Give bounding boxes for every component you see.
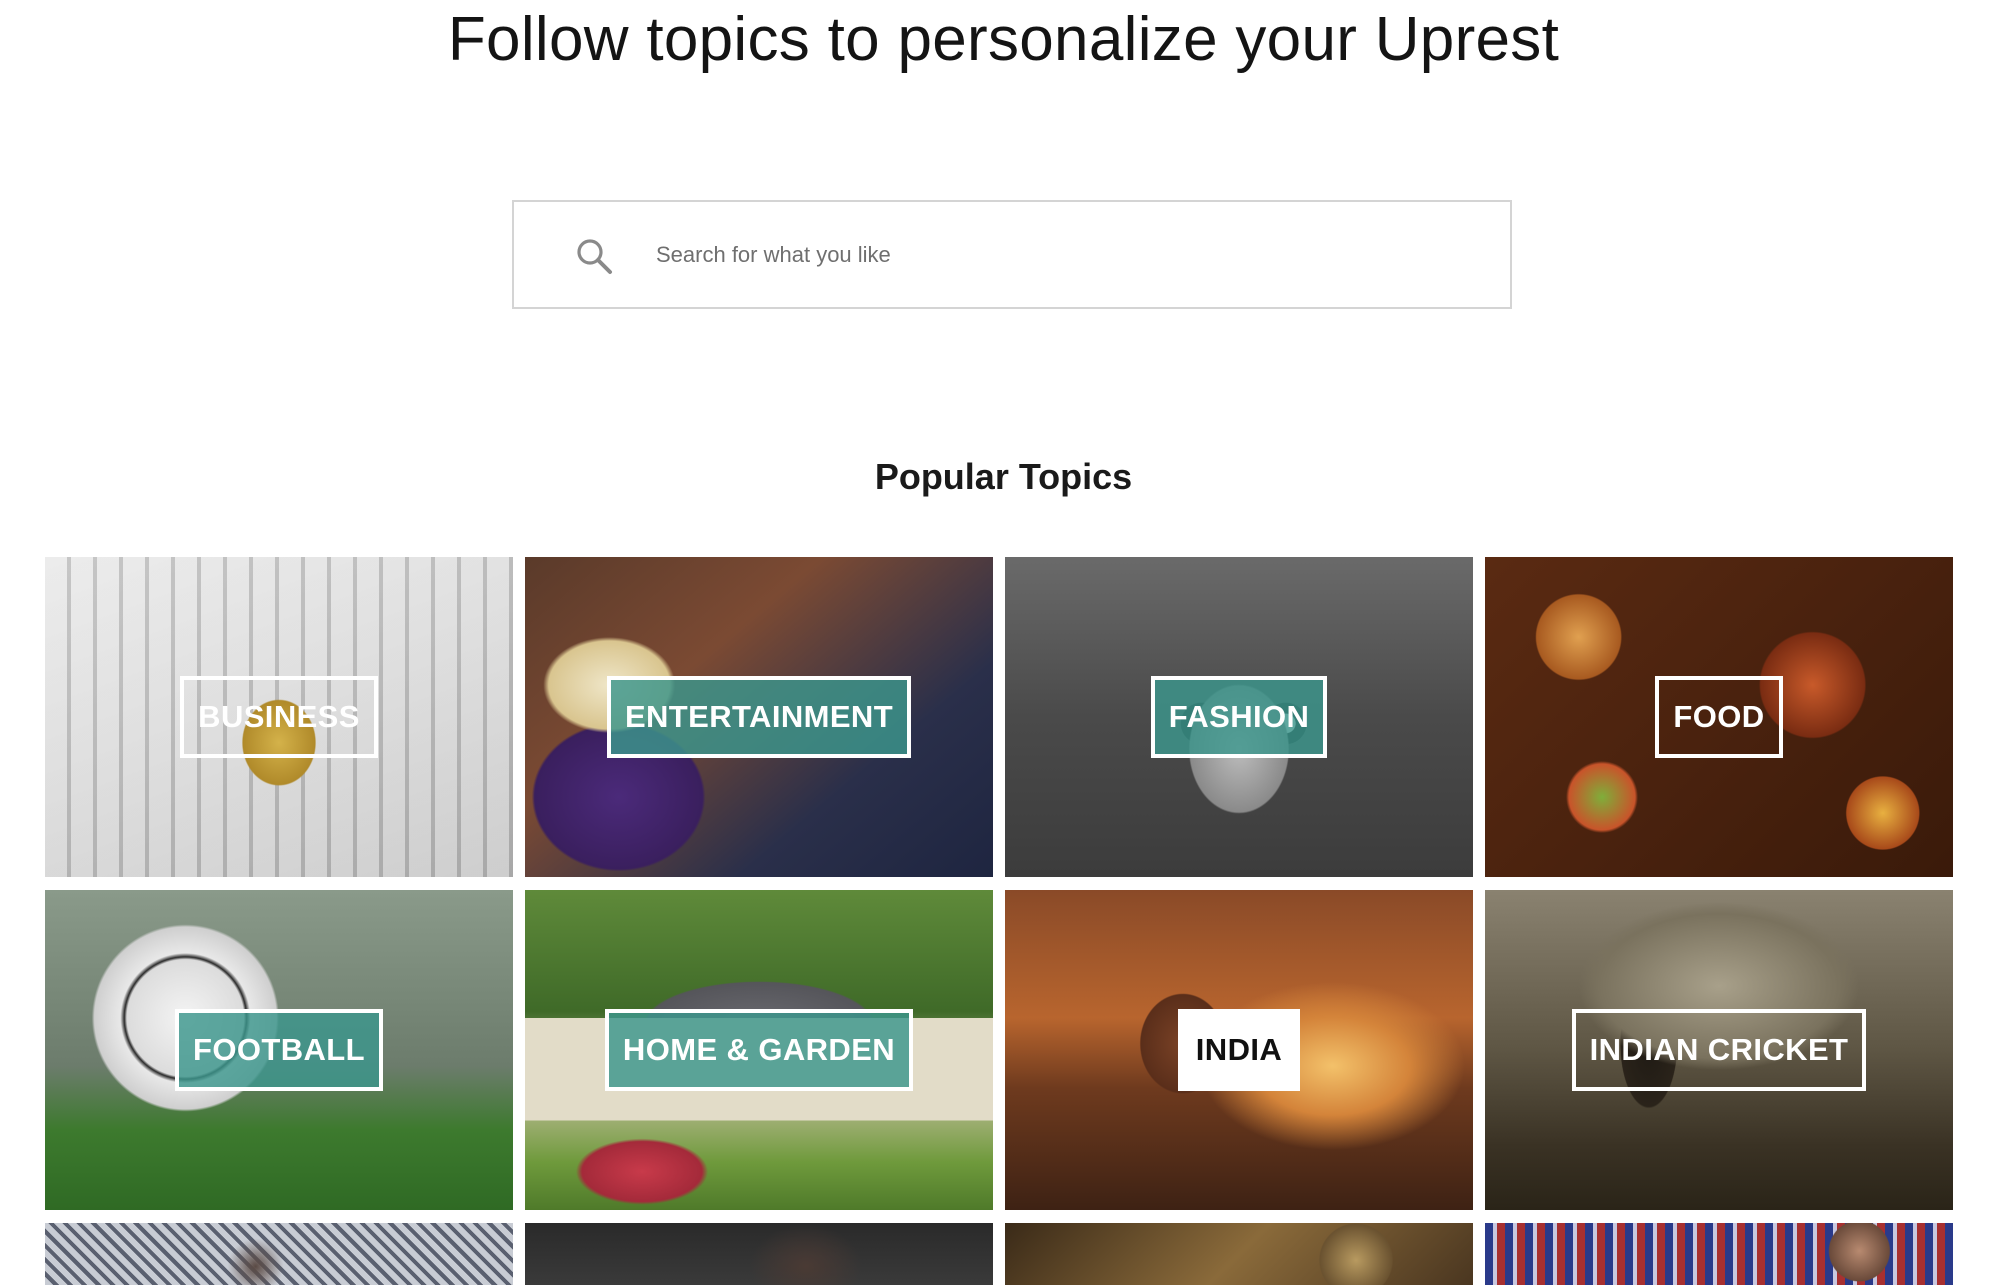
topic-image — [45, 1223, 513, 1285]
topic-label: BUSINESS — [180, 676, 378, 758]
topic-label: ENTERTAINMENT — [606, 676, 912, 758]
topic-tile-indian-cricket[interactable]: INDIAN CRICKET — [1485, 890, 1953, 1210]
topic-tile-india[interactable]: INDIA — [1005, 890, 1473, 1210]
topic-label: INDIA — [1177, 1009, 1301, 1091]
topic-tile-football[interactable]: FOOTBALL — [45, 890, 513, 1210]
topic-label: INDIAN CRICKET — [1571, 1009, 1867, 1091]
topic-tile-row3-1[interactable] — [45, 1223, 513, 1285]
page-title: Follow topics to personalize your Uprest — [447, 5, 1560, 74]
topic-label: HOME & GARDEN — [604, 1009, 914, 1091]
search-input[interactable] — [656, 202, 1476, 307]
search-icon — [577, 239, 612, 274]
topic-tile-entertainment[interactable]: ENTERTAINMENT — [525, 557, 993, 877]
topic-image — [525, 1223, 993, 1285]
popular-topics-heading: Popular Topics — [874, 456, 1133, 497]
topic-label: FASHION — [1150, 676, 1328, 758]
topic-tile-row3-2[interactable] — [525, 1223, 993, 1285]
page: Follow topics to personalize your Uprest… — [0, 0, 2007, 1285]
topic-label: FOOTBALL — [175, 1009, 383, 1091]
topic-tile-row3-3[interactable] — [1005, 1223, 1473, 1285]
topic-tile-row3-4[interactable] — [1485, 1223, 1953, 1285]
topic-tile-fashion[interactable]: FASHION — [1005, 557, 1473, 877]
topic-tile-business[interactable]: BUSINESS — [45, 557, 513, 877]
topic-label: FOOD — [1655, 676, 1783, 758]
topic-tile-food[interactable]: FOOD — [1485, 557, 1953, 877]
search-box[interactable] — [512, 200, 1512, 309]
topic-image — [1485, 1223, 1953, 1285]
topic-image — [1005, 1223, 1473, 1285]
topic-tile-home-garden[interactable]: HOME & GARDEN — [525, 890, 993, 1210]
